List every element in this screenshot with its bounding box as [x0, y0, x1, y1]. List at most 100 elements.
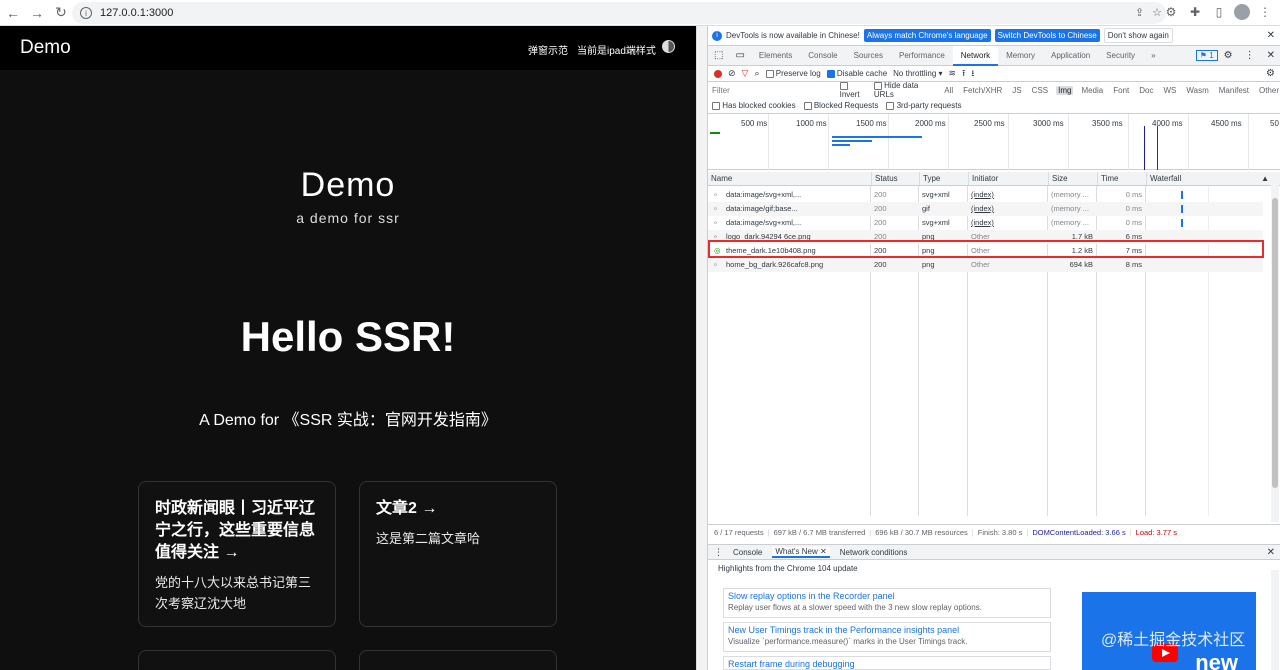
- table-row[interactable]: ▫ data:image/svg+xml,... 200 svg+xml (in…: [708, 216, 1263, 230]
- theme-toggle-icon[interactable]: [662, 40, 675, 53]
- filter-type-js[interactable]: JS: [1010, 86, 1023, 95]
- col-type[interactable]: Type: [919, 172, 940, 185]
- close-icon[interactable]: ✕: [1267, 30, 1275, 41]
- forward-icon[interactable]: →: [26, 2, 48, 24]
- col-status[interactable]: Status: [871, 172, 898, 185]
- request-initiator[interactable]: (index): [971, 216, 994, 230]
- col-time[interactable]: Time: [1097, 172, 1118, 185]
- tab-console[interactable]: Console: [800, 46, 845, 66]
- close-devtools-icon[interactable]: ✕: [1261, 50, 1280, 61]
- throttling-select[interactable]: No throttling ▾: [893, 69, 942, 78]
- col-size[interactable]: Size: [1048, 172, 1068, 185]
- drawer-tab-whats-new[interactable]: What's New ✕: [772, 546, 830, 558]
- export-icon[interactable]: ⭳: [971, 66, 974, 82]
- filter-type-img[interactable]: Img: [1056, 85, 1074, 95]
- tab-performance[interactable]: Performance: [891, 46, 953, 66]
- article-card[interactable]: [359, 650, 557, 670]
- whats-new-link[interactable]: New User Timings track in the Performanc…: [728, 625, 1046, 635]
- tab-application[interactable]: Application: [1043, 46, 1098, 66]
- tab-sources[interactable]: Sources: [846, 46, 891, 66]
- filter-type-css[interactable]: CSS: [1030, 86, 1050, 95]
- tab-security[interactable]: Security: [1098, 46, 1143, 66]
- network-settings-icon[interactable]: ⚙: [1266, 68, 1275, 79]
- search-icon[interactable]: ⌕: [754, 68, 759, 79]
- nav-popup-link[interactable]: 弹窗示范: [528, 42, 568, 57]
- article-card[interactable]: [138, 650, 336, 670]
- inspect-icon[interactable]: ⬚: [708, 50, 729, 61]
- record-icon[interactable]: [714, 69, 722, 78]
- match-language-button[interactable]: Always match Chrome's language: [863, 29, 991, 42]
- hide-data-urls-checkbox[interactable]: [873, 81, 882, 90]
- table-row[interactable]: ▫ home_bg_dark.926cafc8.png 200 png Othe…: [708, 258, 1263, 272]
- whats-new-item[interactable]: Slow replay options in the Recorder pane…: [723, 588, 1051, 618]
- kebab-menu-icon[interactable]: ⋮: [1239, 50, 1261, 61]
- filter-type-other[interactable]: Other: [1257, 86, 1280, 95]
- filter-type-fetch[interactable]: Fetch/XHR: [961, 86, 1004, 95]
- site-info-icon[interactable]: i: [80, 7, 92, 19]
- col-waterfall[interactable]: Waterfall: [1146, 172, 1181, 185]
- close-drawer-icon[interactable]: ✕: [1267, 547, 1275, 558]
- drawer-tab-network-conditions[interactable]: Network conditions: [840, 548, 908, 557]
- drawer-scrollbar[interactable]: [1271, 570, 1279, 670]
- tab-network[interactable]: Network: [952, 45, 999, 66]
- settings-icon[interactable]: ⚙: [1218, 50, 1239, 61]
- switch-language-button[interactable]: Switch DevTools to Chinese: [994, 29, 1100, 42]
- blocked-requests-checkbox[interactable]: [803, 101, 812, 110]
- filter-type-media[interactable]: Media: [1079, 86, 1105, 95]
- preserve-log-checkbox[interactable]: [765, 69, 774, 78]
- invert-checkbox[interactable]: [839, 81, 848, 90]
- filter-type-font[interactable]: Font: [1111, 86, 1131, 95]
- blocked-cookies-checkbox[interactable]: [712, 101, 720, 110]
- tab-elements[interactable]: Elements: [751, 46, 800, 66]
- puzzle-icon[interactable]: ✚: [1186, 3, 1204, 21]
- more-tabs-icon[interactable]: »: [1143, 46, 1163, 66]
- extension-icon[interactable]: ⚙: [1162, 3, 1180, 21]
- filter-icon[interactable]: ▽: [742, 68, 749, 79]
- disable-cache-checkbox[interactable]: [826, 69, 835, 78]
- filter-input[interactable]: [712, 84, 822, 96]
- filter-type-all[interactable]: All: [942, 86, 955, 95]
- tab-memory[interactable]: Memory: [998, 46, 1043, 66]
- issues-badge[interactable]: ⚑ 1: [1195, 50, 1218, 61]
- third-party-checkbox[interactable]: [886, 101, 895, 110]
- reload-icon[interactable]: ↻: [50, 2, 72, 24]
- request-initiator[interactable]: (index): [971, 188, 994, 202]
- col-initiator[interactable]: Initiator: [968, 172, 998, 185]
- drawer-tab-console[interactable]: Console: [733, 548, 762, 557]
- table-row[interactable]: ▫ data:image/gif;base... 200 gif (index)…: [708, 202, 1263, 216]
- address-bar[interactable]: i 127.0.0.1:3000 ⇪ ☆: [72, 2, 1166, 24]
- wifi-icon[interactable]: ≋: [949, 68, 957, 79]
- filter-type-manifest[interactable]: Manifest: [1217, 86, 1251, 95]
- network-overview[interactable]: 500 ms 1000 ms 1500 ms 2000 ms 2500 ms 3…: [708, 114, 1280, 170]
- col-name[interactable]: Name: [708, 172, 732, 185]
- sidepanel-icon[interactable]: ▯: [1210, 3, 1228, 21]
- bookmark-star-icon[interactable]: ☆: [1152, 6, 1162, 19]
- article-title[interactable]: 文章2 →: [376, 498, 540, 520]
- table-row[interactable]: ▫ data:image/svg+xml,... 200 svg+xml (in…: [708, 188, 1263, 202]
- clear-icon[interactable]: ⊘: [728, 68, 736, 79]
- whats-new-link[interactable]: Restart frame during debugging: [728, 659, 1046, 669]
- article-card[interactable]: 文章2 → 这是第二篇文章哈: [359, 481, 557, 627]
- whats-new-item[interactable]: New User Timings track in the Performanc…: [723, 622, 1051, 652]
- share-icon[interactable]: ⇪: [1135, 6, 1144, 19]
- filter-type-ws[interactable]: WS: [1161, 86, 1178, 95]
- whats-new-item[interactable]: Restart frame during debugging: [723, 656, 1051, 670]
- whats-new-link[interactable]: Slow replay options in the Recorder pane…: [728, 591, 1046, 601]
- sort-icon[interactable]: ▲: [1261, 174, 1269, 183]
- import-icon[interactable]: ⭱: [962, 66, 965, 82]
- devtools-resizer[interactable]: [696, 26, 707, 670]
- menu-icon[interactable]: ⋮: [1256, 3, 1274, 21]
- request-initiator[interactable]: (index): [971, 202, 994, 216]
- filter-type-wasm[interactable]: Wasm: [1184, 86, 1210, 95]
- close-tab-icon[interactable]: ✕: [820, 547, 827, 556]
- table-scrollbar[interactable]: [1271, 172, 1279, 522]
- device-toggle-icon[interactable]: ▭: [729, 50, 750, 61]
- article-card[interactable]: 时政新闻眼丨习近平辽宁之行，这些重要信息值得关注 → 党的十八大以来总书记第三次…: [138, 481, 336, 627]
- site-brand[interactable]: Demo: [20, 37, 71, 59]
- dont-show-again-button[interactable]: Don't show again: [1103, 28, 1173, 43]
- filter-type-doc[interactable]: Doc: [1137, 86, 1155, 95]
- drawer-menu-icon[interactable]: ⋮: [714, 547, 723, 558]
- article-title[interactable]: 时政新闻眼丨习近平辽宁之行，这些重要信息值得关注 →: [155, 498, 319, 564]
- back-icon[interactable]: ←: [2, 2, 24, 24]
- profile-avatar[interactable]: [1234, 4, 1250, 20]
